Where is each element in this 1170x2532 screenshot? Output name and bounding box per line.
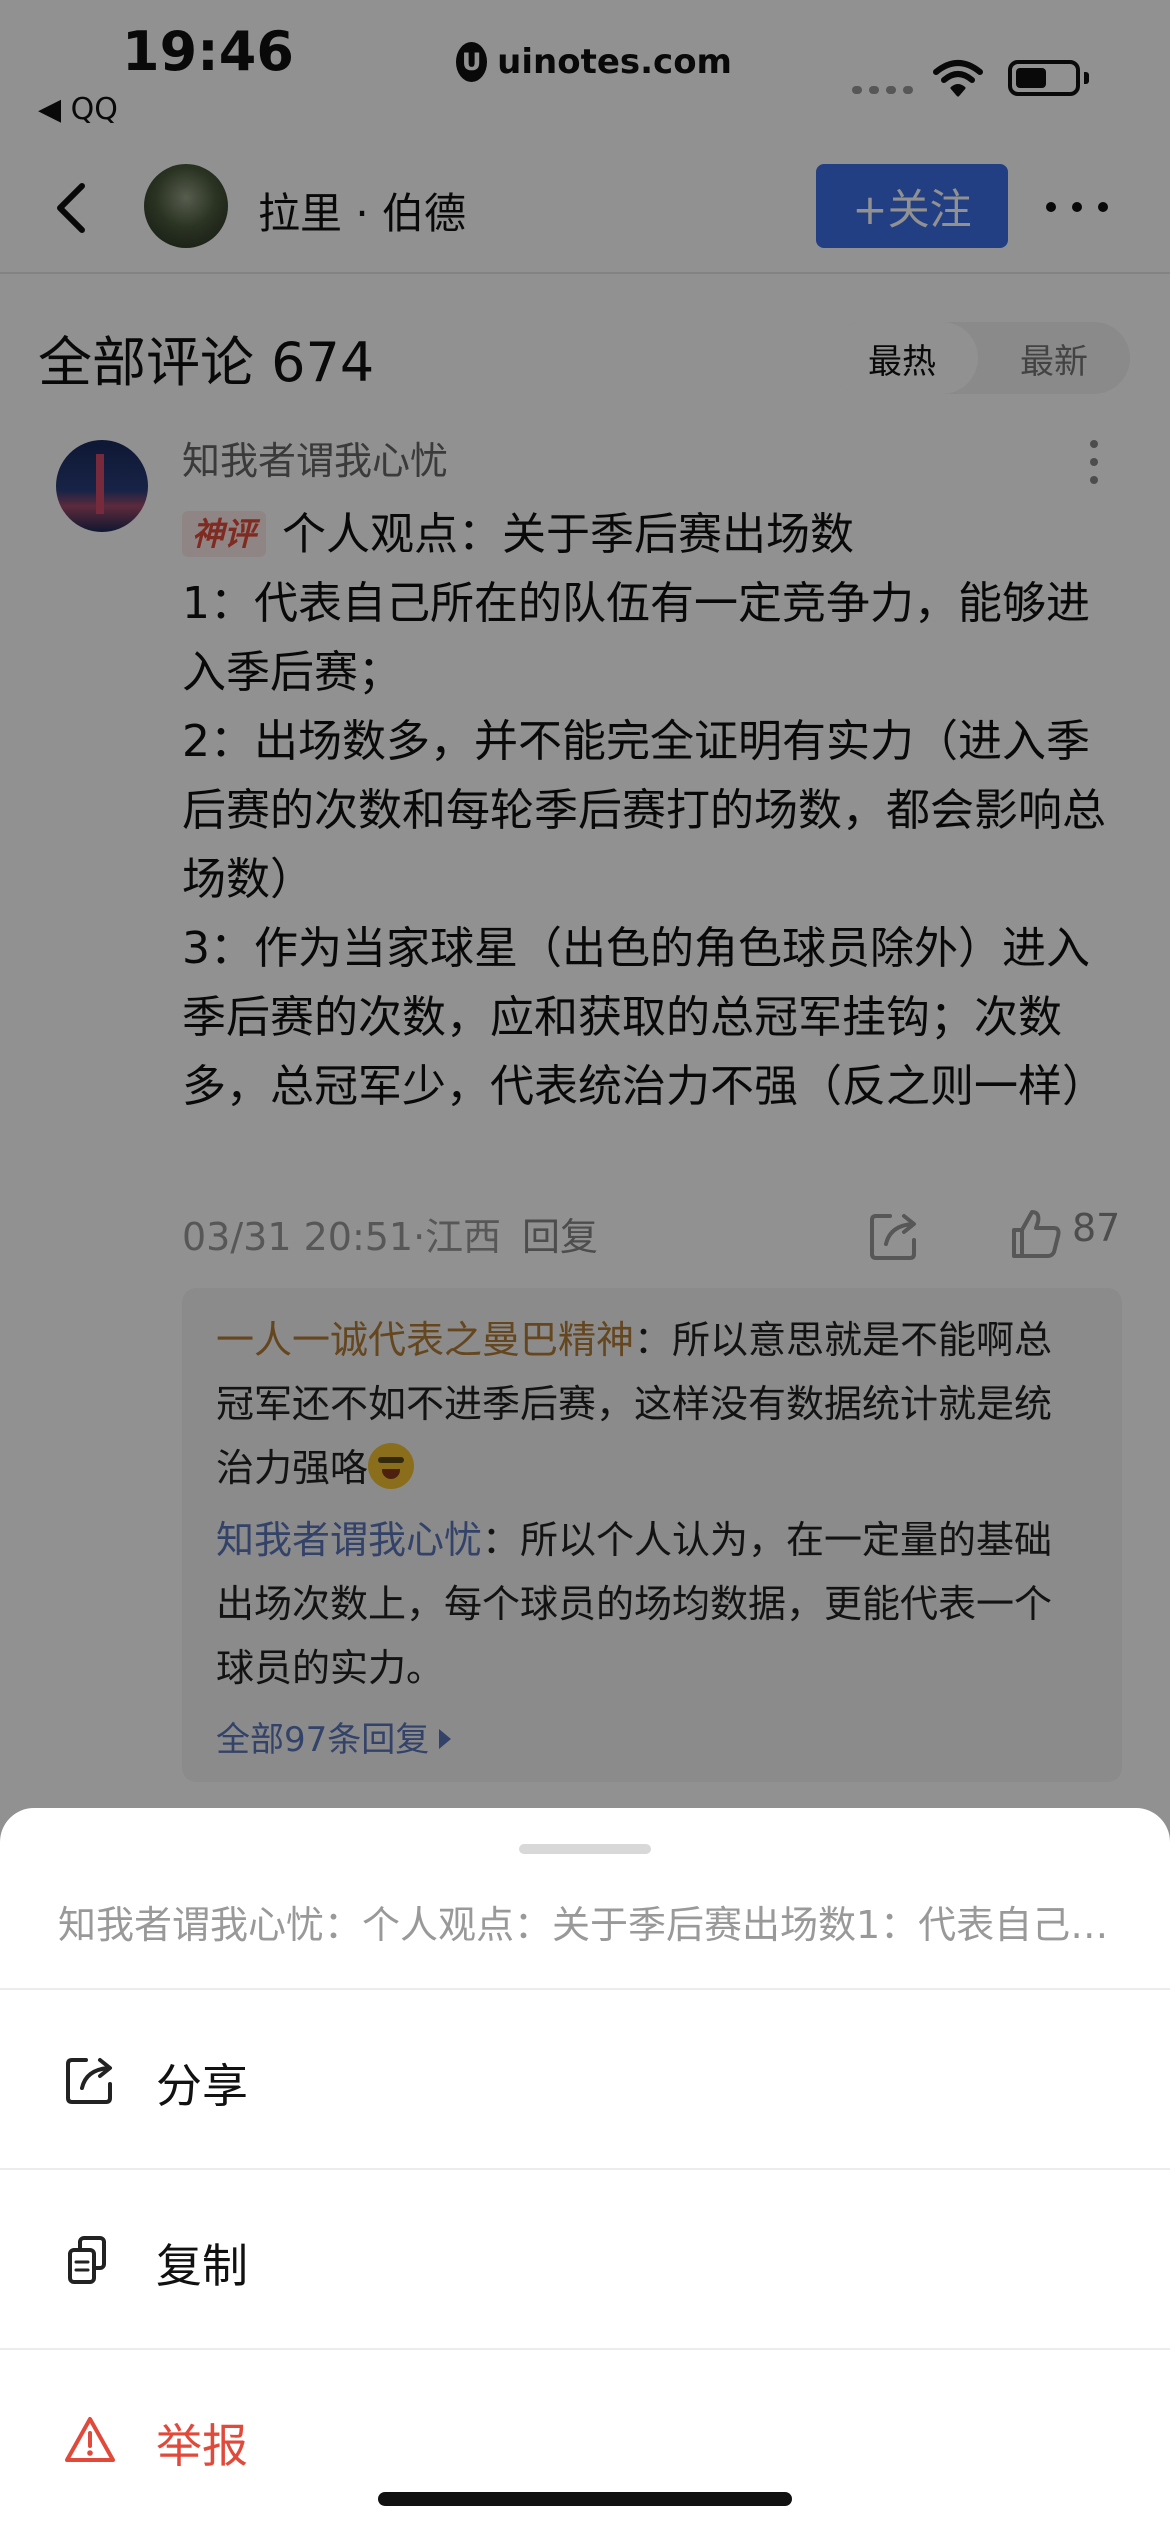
copy-label: 复制 <box>156 2239 248 2293</box>
warning-icon <box>65 2417 115 2462</box>
copy-icon <box>68 2236 106 2284</box>
copy-action[interactable]: 复制 <box>0 2170 1170 2348</box>
home-indicator[interactable] <box>378 2492 792 2506</box>
report-label: 举报 <box>156 2419 248 2473</box>
share-label: 分享 <box>156 2059 248 2113</box>
action-sheet: 知我者谓我心忧：个人观点：关于季后赛出场数1：代表自己所在的队伍有一定竞争力，能… <box>0 1808 1170 2532</box>
share-icon <box>66 2058 112 2104</box>
comment-preview: 知我者谓我心忧：个人观点：关于季后赛出场数1：代表自己所在的队伍有一定竞争力，能… <box>58 1903 1118 1947</box>
share-action[interactable]: 分享 <box>0 1990 1170 2168</box>
sheet-drag-handle[interactable] <box>519 1844 651 1854</box>
